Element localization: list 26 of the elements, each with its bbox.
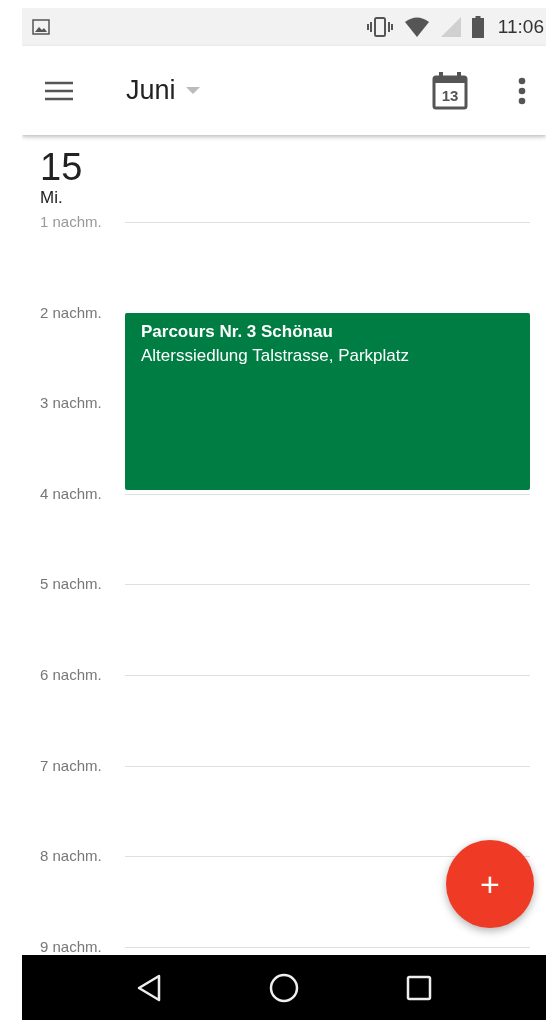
event-card[interactable]: Parcours Nr. 3 Schönau Alterssiedlung Talstrasse, Parkplatz (125, 313, 530, 490)
hour-label: 5 nachm. (39, 575, 103, 593)
weekday: Mi. (40, 188, 64, 208)
hour-label: 2 nachm. (39, 303, 103, 321)
month-dropdown[interactable]: Juni (126, 75, 200, 106)
hour-label: 4 nachm. (39, 484, 103, 502)
back-icon[interactable] (135, 973, 162, 1002)
event-title: Parcours Nr. 3 Schönau (141, 322, 334, 342)
day-number: 15 (40, 148, 84, 186)
hour-label: 9 nachm. (39, 937, 103, 955)
status-time: 11:06 (497, 16, 544, 38)
caret-icon (185, 86, 200, 95)
home-icon[interactable] (269, 972, 299, 1003)
wifi-icon (403, 17, 430, 37)
recents-icon[interactable] (406, 974, 433, 1001)
hour-label: 3 nachm. (39, 394, 103, 412)
add-event-button[interactable]: + (446, 840, 534, 928)
battery-icon (471, 16, 484, 38)
event-location: Alterssiedlung Talstrasse, Parkplatz (141, 346, 411, 366)
vibrate-icon (365, 17, 394, 37)
hour-label: 1 nachm. (39, 213, 103, 230)
image-icon (32, 19, 50, 35)
hour-label: 6 nachm. (39, 665, 103, 683)
signal-icon (439, 16, 462, 38)
hour-label: 7 nachm. (39, 756, 103, 774)
hour-label: 8 nachm. (39, 847, 103, 865)
